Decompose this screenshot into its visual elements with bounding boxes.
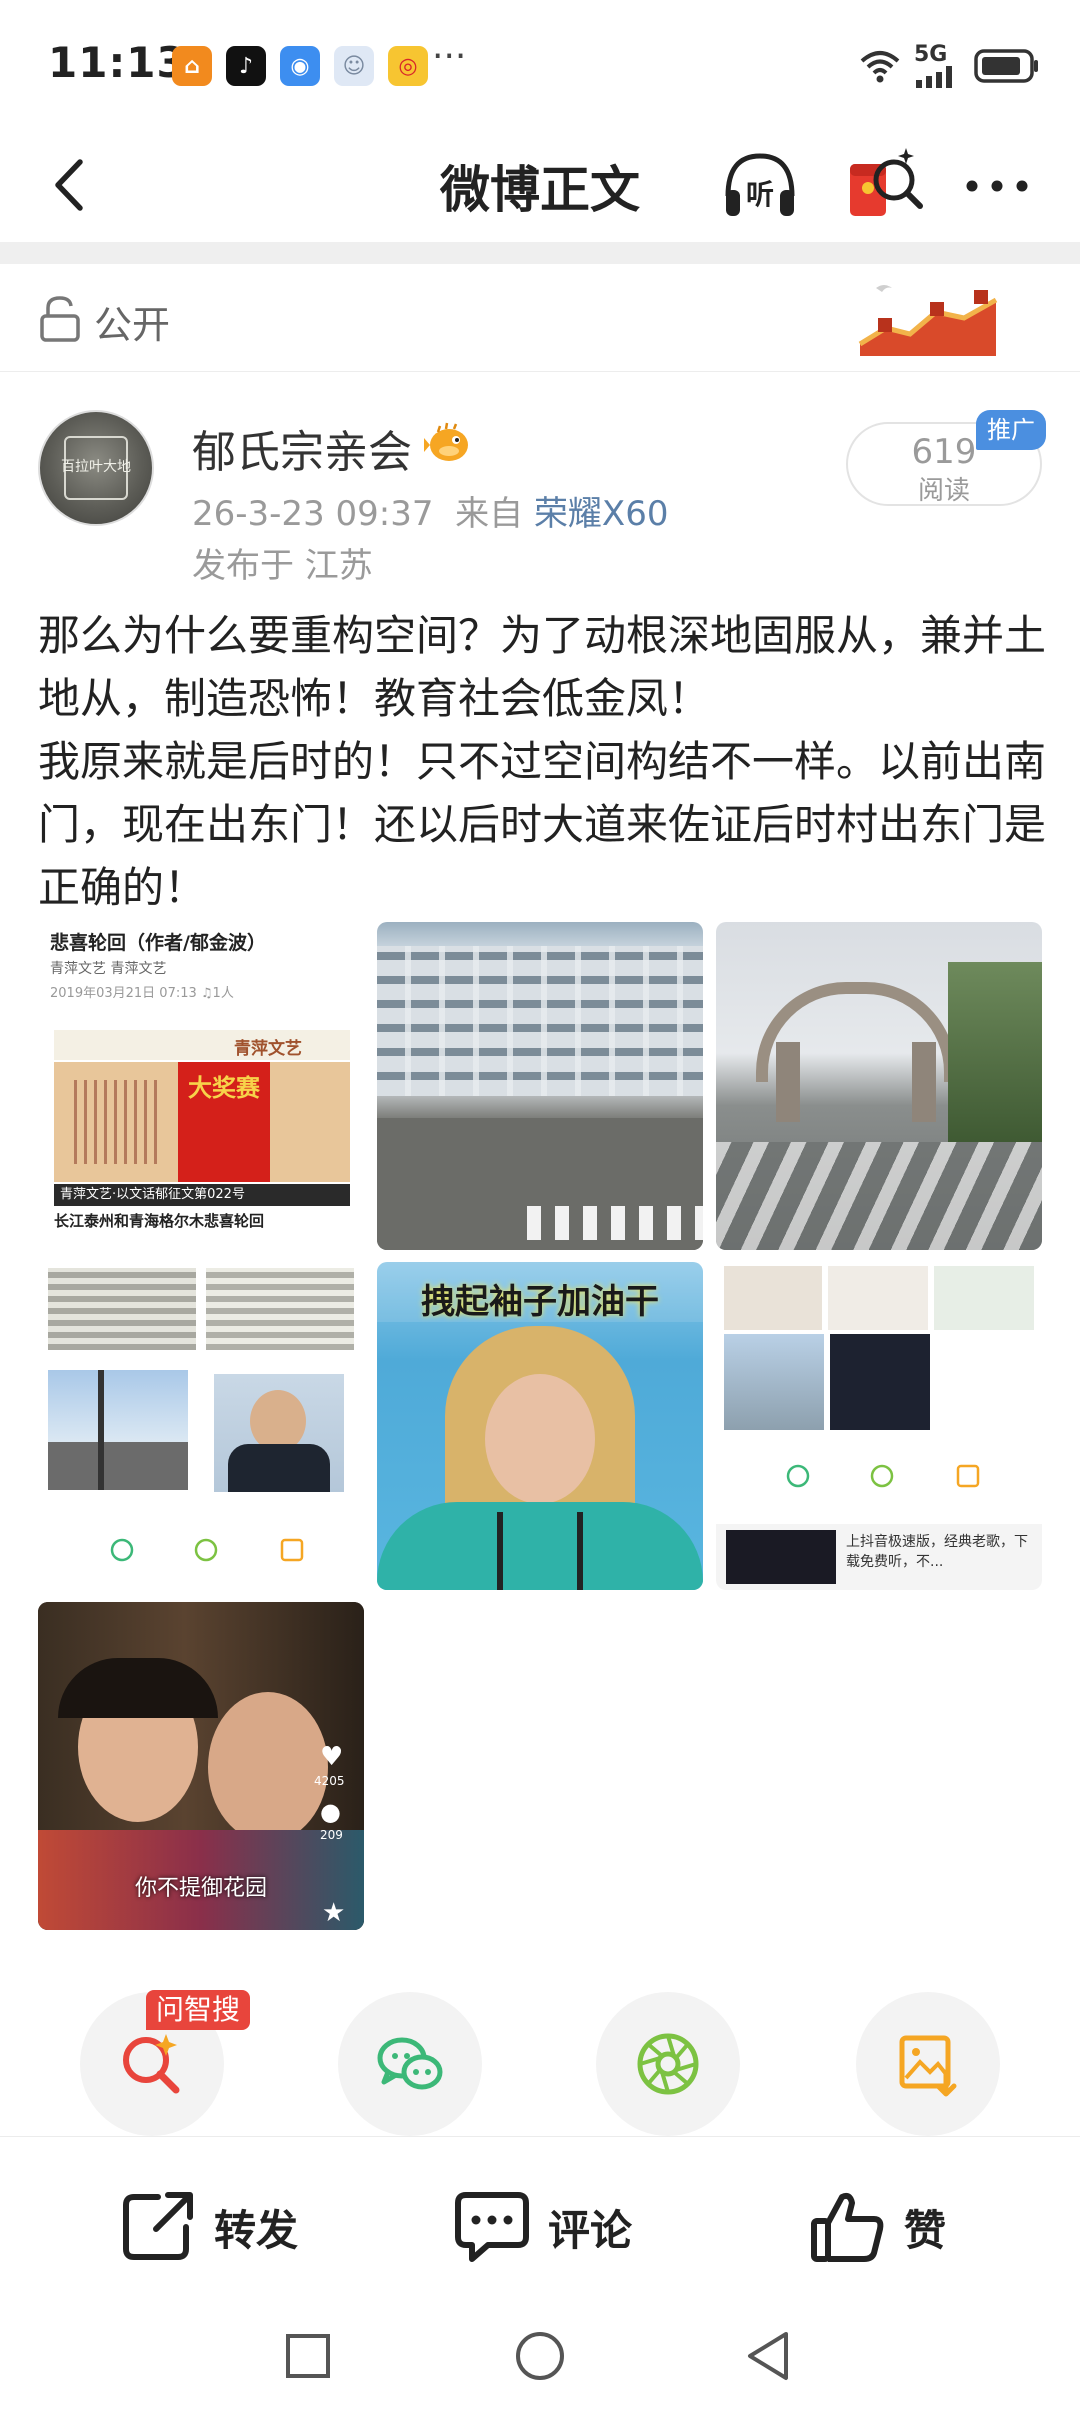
article-caption-b: 长江泰州和青海格尔木悲喜轮回: [54, 1212, 265, 1230]
recent-apps-icon[interactable]: [280, 2328, 336, 2384]
like-label: 赞: [904, 2205, 947, 2255]
section-divider: [0, 242, 1080, 264]
save-image-icon: [899, 2035, 957, 2097]
status-bar: 11:13 ⌂ ♪ ◉ ☺ ◎ ··· 5G: [0, 0, 1080, 130]
cellular-signal: 5G: [914, 44, 960, 88]
article-banner-text: 青萍文艺: [234, 1039, 302, 1059]
save-image-button[interactable]: [856, 1992, 1000, 2136]
shopping-app-icon: ⌂: [172, 46, 212, 86]
back-triangle-icon[interactable]: [740, 2328, 796, 2384]
pufferfish-badge-icon: [424, 422, 468, 461]
status-time: 11:13: [48, 38, 187, 87]
article-title: 悲喜轮回（作者/郁金波）: [50, 932, 266, 954]
unlock-icon: [40, 296, 80, 342]
post-device-link[interactable]: 荣耀X60: [534, 494, 669, 534]
battery-icon: [974, 49, 1038, 83]
great-wall-decoration: [858, 285, 998, 356]
comment-label: 评论: [548, 2205, 633, 2255]
share-moments-button[interactable]: [596, 1992, 740, 2136]
article-date: 2019年03月21日 07:13 ♫1人: [50, 986, 234, 1001]
video-subtitle: 你不提御花园: [134, 1876, 267, 1901]
assistant-app-icon: ◉: [280, 46, 320, 86]
visibility-label: 公开: [94, 303, 171, 347]
more-options-icon[interactable]: [962, 168, 1032, 204]
chat-app-icon: ☺: [334, 46, 374, 86]
like-heart-icon: ♥: [320, 1742, 344, 1772]
post-image-article-screenshot[interactable]: 悲喜轮回（作者/郁金波） 青萍文艺 青萍文艺 2019年03月21日 07:13…: [38, 922, 364, 1250]
visibility-row: 公开: [0, 264, 1080, 372]
article-source: 青萍文艺 青萍文艺: [50, 961, 167, 977]
signal-bars-icon: [916, 66, 952, 88]
post-image-gate[interactable]: [716, 922, 1042, 1250]
post-meta: 26-3-23 09:37 来自 荣耀X60: [192, 486, 669, 535]
comment-button[interactable]: 评论: [452, 2187, 632, 2267]
ai-search-icon: [123, 2034, 180, 2094]
app-share-icons: [786, 1464, 980, 1488]
post-source-prefix: 来自: [455, 494, 524, 534]
post-date: 26-3-23 09:37: [192, 494, 434, 534]
weibo-app-icon: ◎: [388, 46, 428, 86]
tiktok-app-icon: ♪: [226, 46, 266, 86]
article-caption-a: 青萍文艺·以文话郁征文第022号: [54, 1184, 350, 1206]
system-navigation-bar: [0, 2300, 1080, 2412]
wifi-icon: [860, 51, 900, 83]
ai-search-tag: 问智搜: [146, 1990, 251, 2030]
post-image-press-briefing[interactable]: 拽起袖子加油干: [377, 1262, 703, 1590]
network-type: 5G: [914, 42, 948, 67]
award-text: 大奖赛: [188, 1074, 260, 1102]
repost-label: 转发: [214, 2205, 299, 2255]
listen-label: 听: [746, 178, 774, 211]
moments-icon: [637, 2033, 699, 2095]
status-indicators: 5G: [860, 44, 1040, 88]
post-body: 那么为什么要重构空间？为了动根深地固服从，兼并土地从，制造恐怖！教育社会低金凤！…: [38, 604, 1048, 919]
red-packet-icon[interactable]: [842, 144, 926, 228]
comment-icon: [455, 2192, 529, 2262]
post-image-app-screenshot[interactable]: 上抖音极速版，经典老歌，下载免费听，不...: [716, 1262, 1042, 1590]
comment-bubble-icon: ●: [320, 1798, 341, 1826]
collage-share-icons: [110, 1538, 304, 1562]
post-paragraph: 那么为什么要重构空间？为了动根深地固服从，兼并土地从，制造恐怖！教育社会低金凤！: [38, 611, 1047, 723]
repost-icon: [123, 2192, 193, 2260]
thumbs-up-icon: [811, 2192, 884, 2262]
favorite-star-icon: ★: [322, 1898, 346, 1928]
author-name[interactable]: 郁氏宗亲会: [192, 416, 412, 480]
video-comment-count: 209: [320, 1828, 343, 1842]
author-avatar[interactable]: 百拉叶大地: [38, 410, 154, 526]
wechat-icon: [377, 2037, 443, 2090]
top-nav-bar: 微博正文 听: [0, 130, 1080, 240]
more-notifications-icon: ···: [432, 36, 467, 77]
video-caption: 拽起袖子加油干: [421, 1282, 659, 1322]
promotion-tag[interactable]: 推广: [976, 410, 1046, 450]
listen-headphones-icon[interactable]: 听: [718, 144, 802, 228]
view-label: 阅读: [917, 476, 970, 506]
like-button[interactable]: 赞: [808, 2187, 946, 2267]
post-image-drama-video[interactable]: 你不提御花园 ♥ 4205 ● 209 ★: [38, 1602, 364, 1930]
post-image-collage[interactable]: [38, 1262, 364, 1590]
share-wechat-button[interactable]: [338, 1992, 482, 2136]
ad-text: 上抖音极速版，经典老歌，下载免费听，不...: [846, 1534, 1028, 1570]
notification-icons: ⌂ ♪ ◉ ☺ ◎: [172, 46, 428, 86]
avatar-label: 百拉叶大地: [61, 459, 131, 475]
video-like-count: 4205: [314, 1774, 345, 1788]
bottom-action-bar: 转发 评论 赞: [0, 2136, 1080, 2306]
post-location: 发布于 江苏: [192, 546, 373, 586]
post-paragraph: 我原来就是后时的！只不过空间构结不一样。以前出南门，现在出东门！还以后时大道来佐…: [38, 737, 1047, 912]
repost-button[interactable]: 转发: [118, 2187, 298, 2267]
post-image-factory[interactable]: [377, 922, 703, 1250]
home-icon[interactable]: [512, 2328, 568, 2384]
